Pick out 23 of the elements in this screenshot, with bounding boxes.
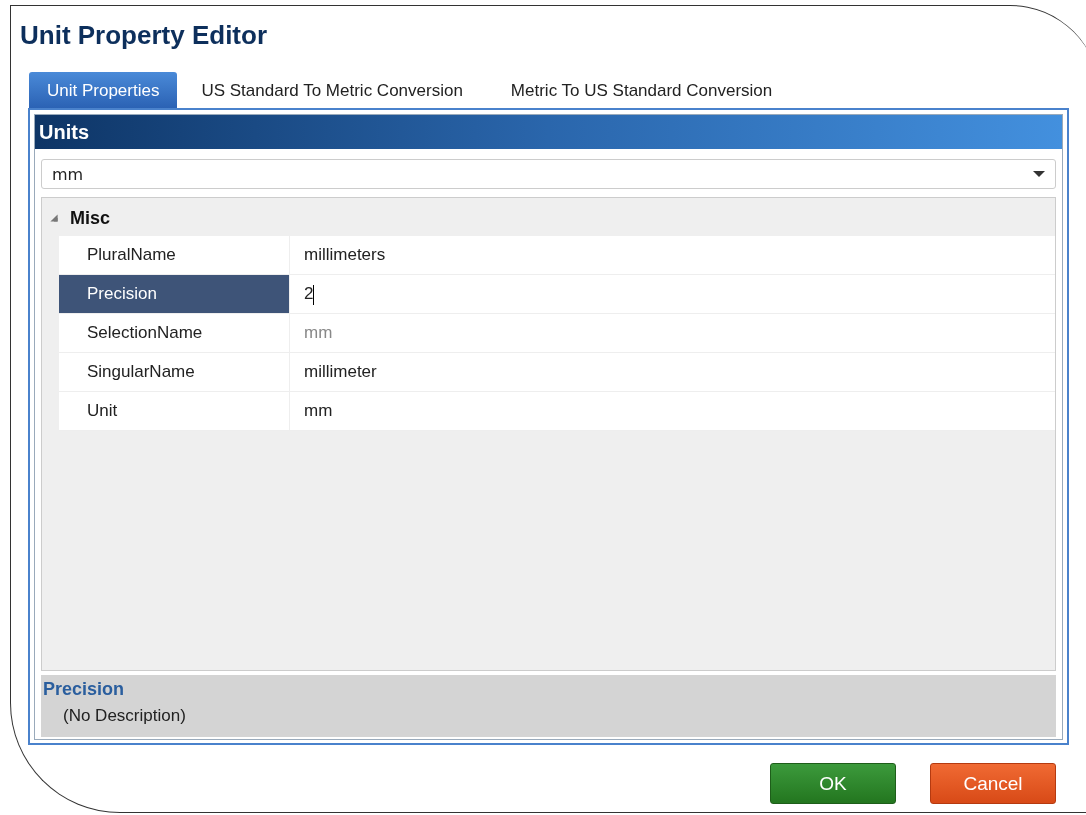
cancel-button[interactable]: Cancel xyxy=(930,763,1056,804)
property-value[interactable]: 2 xyxy=(290,275,1055,313)
panel-header: Units xyxy=(35,115,1062,149)
tab[interactable]: Metric To US Standard Conversion xyxy=(486,74,797,108)
description-title: Precision xyxy=(43,679,126,700)
unit-dropdown[interactable]: mm xyxy=(41,159,1056,189)
property-value[interactable]: mm xyxy=(290,314,1055,352)
property-name[interactable]: SingularName xyxy=(59,353,290,391)
property-name[interactable]: Unit xyxy=(59,392,290,430)
property-value[interactable]: millimeter xyxy=(290,353,1055,391)
tab[interactable]: Unit Properties xyxy=(29,72,178,108)
property-name[interactable]: SelectionName xyxy=(59,314,290,352)
description-text: (No Description) xyxy=(62,706,187,726)
category-label: Misc xyxy=(70,207,111,229)
expander-icon[interactable] xyxy=(50,214,58,222)
property-value[interactable]: millimeters xyxy=(290,236,1055,274)
property-value[interactable]: mm xyxy=(290,392,1055,430)
caret-icon xyxy=(1033,171,1045,177)
ok-button[interactable]: OK xyxy=(770,763,896,804)
tab[interactable]: US Standard To Metric Conversion xyxy=(177,74,487,108)
property-name[interactable]: PluralName xyxy=(59,236,290,274)
window-title: Unit Property Editor xyxy=(20,20,268,52)
property-name[interactable]: Precision xyxy=(59,275,290,313)
